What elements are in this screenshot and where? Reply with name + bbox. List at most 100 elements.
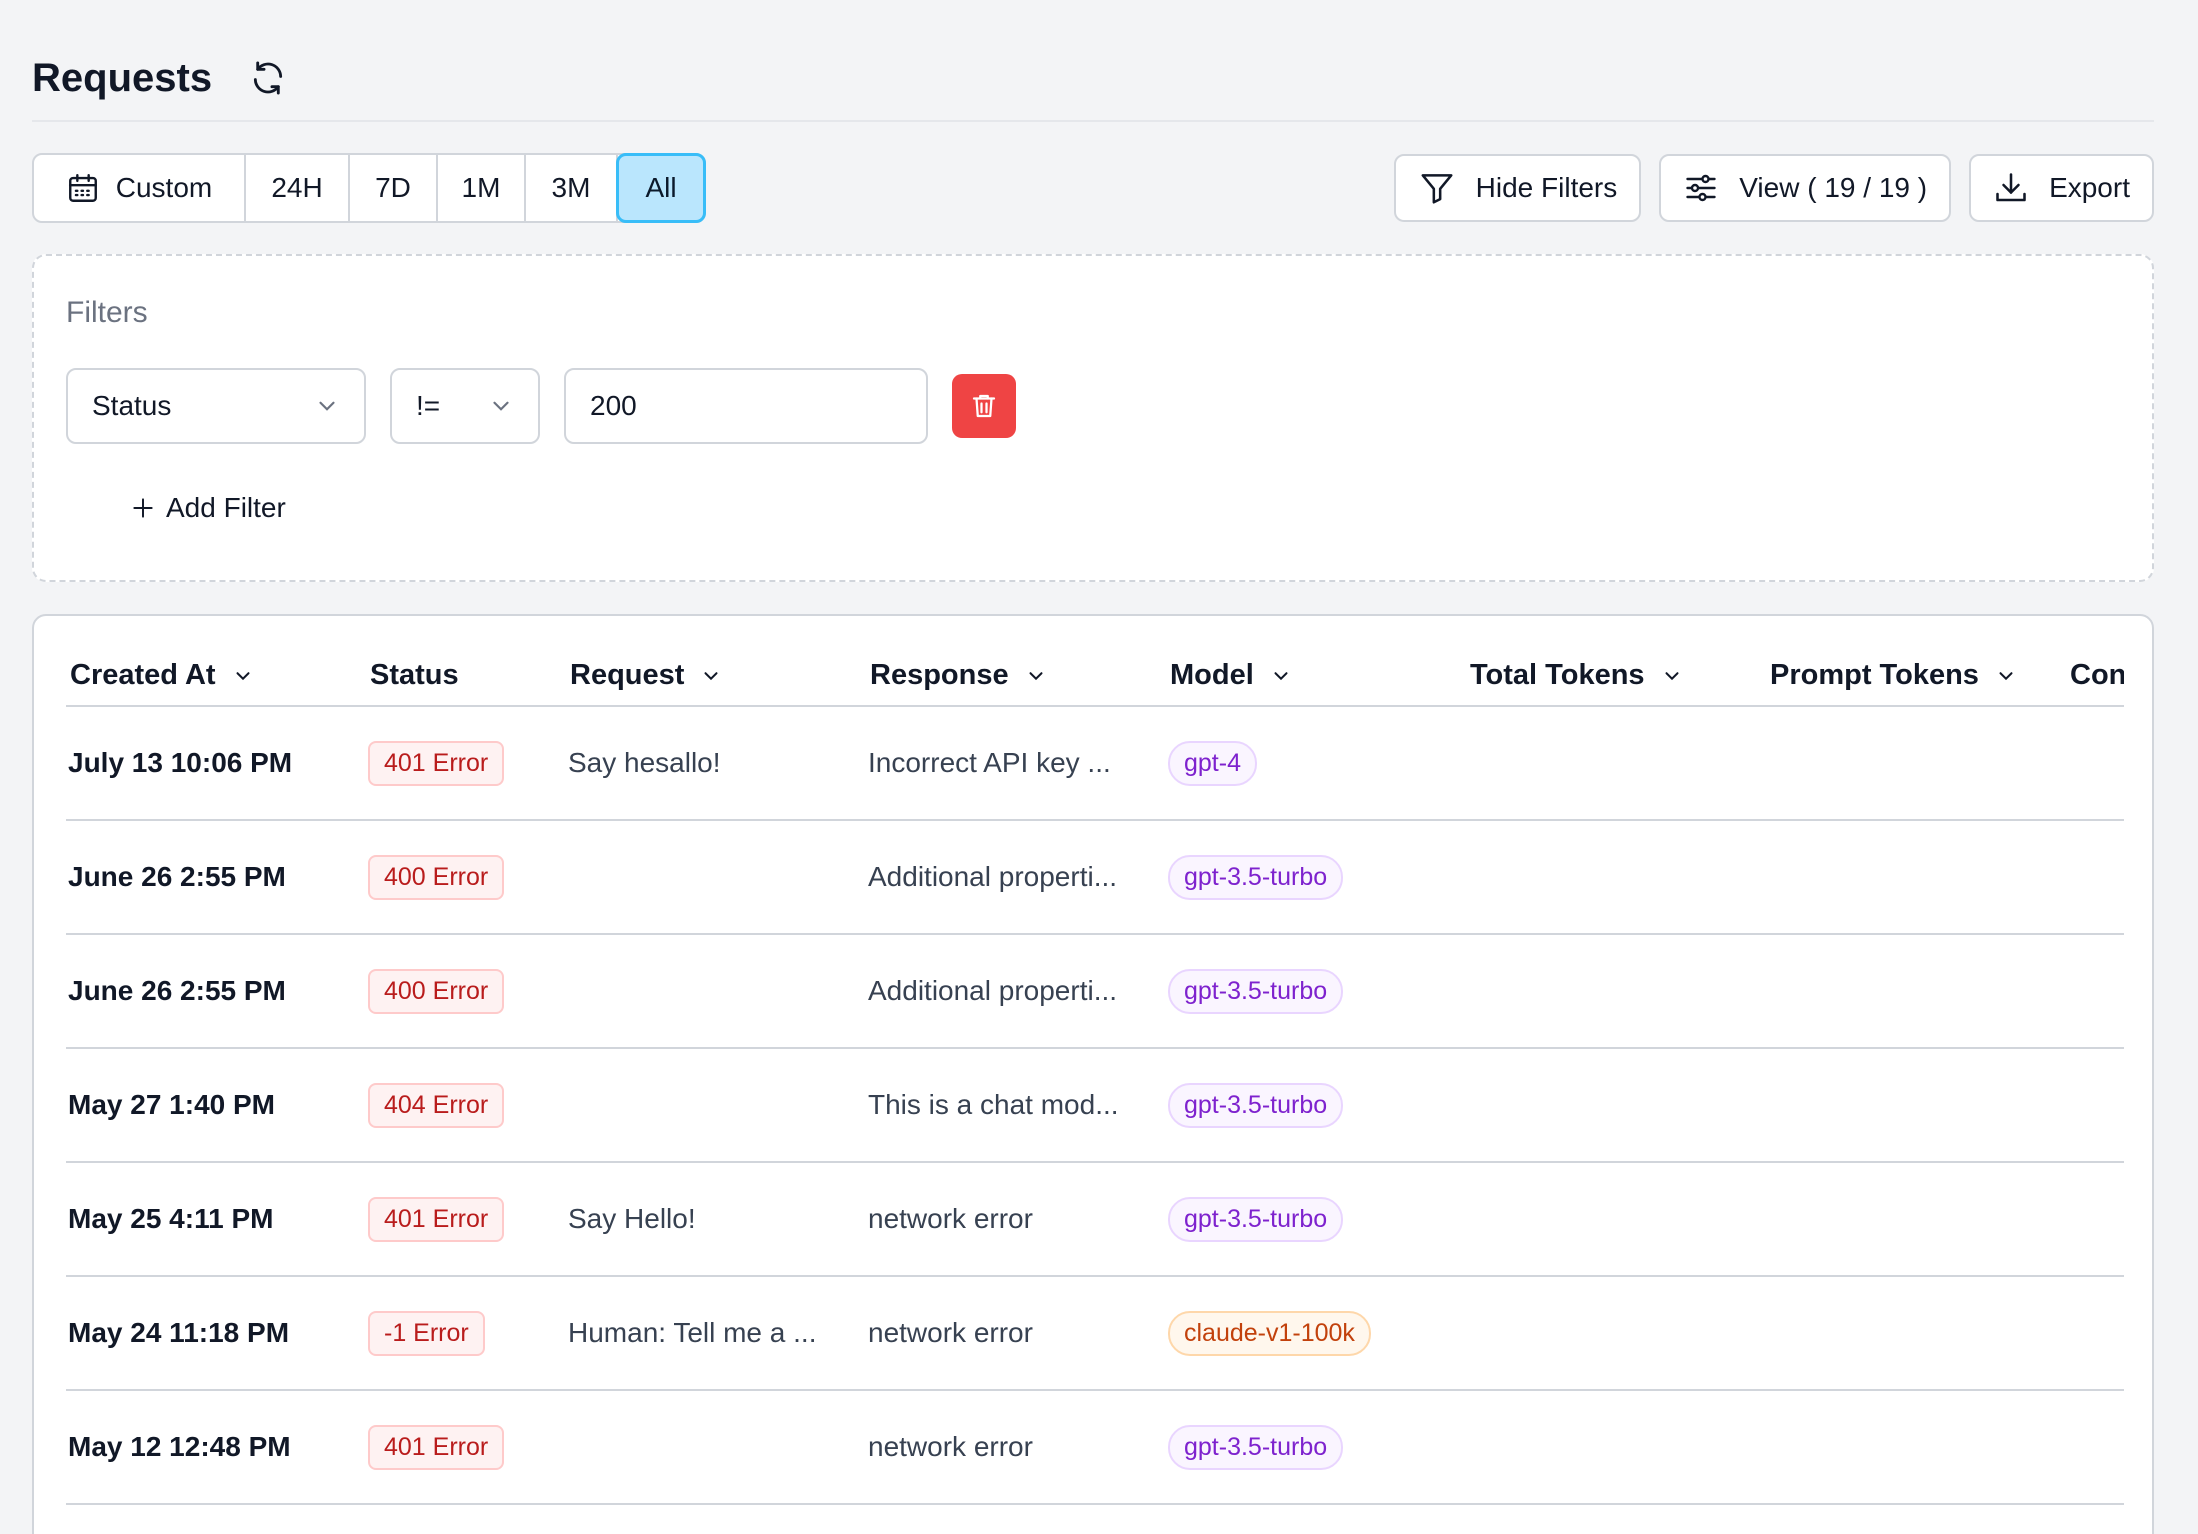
table-row[interactable]: June 26 2:55 PM 400 Error Additional pro…: [66, 820, 2124, 935]
cell-total-tokens: [1466, 820, 1766, 935]
column-header-model[interactable]: Model: [1166, 616, 1466, 707]
cell-completion-tokens: [2066, 820, 2124, 935]
status-badge: 404 Error: [368, 1082, 505, 1128]
filter-field-value: Status: [92, 390, 172, 421]
model-badge: gpt-4: [1168, 740, 1257, 786]
table-row[interactable]: May 25 4:11 PM 401 Error Say Hello! netw…: [66, 1162, 2124, 1277]
cell-response: network error: [866, 1390, 1166, 1505]
status-badge: 401 Error: [368, 1196, 505, 1242]
cell-status: -1 Error: [366, 1276, 566, 1391]
range-3m-button[interactable]: 3M: [526, 155, 618, 221]
cell-prompt-tokens: [1766, 1162, 2066, 1277]
cell-request: [566, 934, 866, 1049]
time-range-group: Custom 24H 7D 1M 3M All: [32, 153, 706, 223]
export-button[interactable]: Export: [1969, 154, 2154, 222]
table-row[interactable]: June 26 2:55 PM 400 Error Additional pro…: [66, 934, 2124, 1049]
model-badge: gpt-3.5-turbo: [1168, 1424, 1344, 1470]
cell-status: 400 Error: [366, 934, 566, 1049]
column-header-completion-tokens[interactable]: Con: [2066, 616, 2124, 707]
cell-request: Say hesallo!: [566, 706, 866, 821]
model-badge: gpt-3.5-turbo: [1168, 1196, 1344, 1242]
view-columns-button[interactable]: View ( 19 / 19 ): [1659, 154, 1952, 222]
cell-prompt-tokens: [1766, 1276, 2066, 1391]
range-custom-label: Custom: [115, 172, 213, 203]
range-7d-button[interactable]: 7D: [350, 155, 438, 221]
toolbar: Custom 24H 7D 1M 3M All Hide Filters Vie…: [32, 152, 2154, 224]
hide-filters-label: Hide Filters: [1475, 172, 1618, 203]
column-header-prompt-tokens[interactable]: Prompt Tokens: [1766, 616, 2066, 707]
range-24h-button[interactable]: 24H: [246, 155, 350, 221]
chevron-down-icon: [1268, 663, 1294, 689]
model-badge: gpt-3.5-turbo: [1168, 1082, 1344, 1128]
cell-status: 401 Error: [366, 1162, 566, 1277]
cell-status: 401 Error: [366, 706, 566, 821]
hide-filters-button[interactable]: Hide Filters: [1393, 154, 1642, 222]
table-row[interactable]: May 27 1:40 PM 404 Error This is a chat …: [66, 1048, 2124, 1163]
chevron-down-icon: [1659, 663, 1685, 689]
requests-table-card: Created At Status Request Response Model…: [32, 614, 2154, 1534]
trash-icon: [972, 394, 996, 418]
cell-response: This is a chat mod...: [866, 1048, 1166, 1163]
table-row[interactable]: July 13 10:06 PM 401 Error Say hesallo! …: [66, 706, 2124, 821]
filters-label: Filters: [66, 296, 148, 329]
refresh-button[interactable]: [246, 56, 290, 100]
delete-filter-button[interactable]: [952, 374, 1016, 438]
plus-icon: [133, 498, 153, 518]
status-badge: -1 Error: [368, 1310, 485, 1356]
column-header-request[interactable]: Request: [566, 616, 866, 707]
cell-completion-tokens: [2066, 934, 2124, 1049]
status-badge: 401 Error: [368, 1424, 505, 1470]
column-header-total-tokens[interactable]: Total Tokens: [1466, 616, 1766, 707]
cell-completion-tokens: [2066, 1390, 2124, 1505]
table-scroll-area[interactable]: Created At Status Request Response Model…: [66, 616, 2124, 1534]
table-row[interactable]: May 24 11:18 PM -1 Error Human: Tell me …: [66, 1276, 2124, 1391]
filter-icon: [1421, 174, 1453, 204]
cell-request: [566, 820, 866, 935]
status-badge: 400 Error: [368, 968, 505, 1014]
model-badge: claude-v1-100k: [1168, 1310, 1371, 1356]
cell-total-tokens: [1466, 1162, 1766, 1277]
table-header-row: Created At Status Request Response Model…: [66, 616, 2124, 707]
cell-created-at: May 12 12:48 PM: [66, 1390, 366, 1505]
range-all-button[interactable]: All: [616, 153, 706, 223]
cell-total-tokens: [1466, 1390, 1766, 1505]
filter-operator-select[interactable]: !=: [390, 368, 540, 444]
cell-completion-tokens: [2066, 1276, 2124, 1391]
calendar-icon: [68, 174, 97, 202]
filter-row: Status !=: [66, 368, 1016, 444]
refresh-icon: [253, 61, 283, 95]
cell-request: [566, 1390, 866, 1505]
cell-model: gpt-3.5-turbo: [1166, 934, 1466, 1049]
cell-created-at: June 26 2:55 PM: [66, 934, 366, 1049]
cell-status: 404 Error: [366, 1048, 566, 1163]
cell-completion-tokens: [2066, 1162, 2124, 1277]
filter-value-input[interactable]: [564, 368, 928, 444]
cell-model: gpt-4: [1166, 706, 1466, 821]
range-custom-button[interactable]: Custom: [34, 155, 246, 221]
range-1m-button[interactable]: 1M: [438, 155, 526, 221]
column-header-created-at[interactable]: Created At: [66, 616, 366, 707]
export-label: Export: [2049, 172, 2130, 203]
view-columns-label: View ( 19 / 19 ): [1739, 172, 1928, 203]
cell-model: gpt-3.5-turbo: [1166, 1162, 1466, 1277]
cell-model: claude-v1-100k: [1166, 1276, 1466, 1391]
cell-created-at: July 13 10:06 PM: [66, 706, 366, 821]
cell-prompt-tokens: [1766, 820, 2066, 935]
table-row[interactable]: May 12 12:48 PM 401 Error network error …: [66, 1390, 2124, 1505]
cell-status: 401 Error: [366, 1390, 566, 1505]
chevron-down-icon: [1023, 663, 1049, 689]
cell-completion-tokens: [2066, 706, 2124, 821]
add-filter-button[interactable]: Add Filter: [130, 492, 286, 524]
chevron-down-icon: [1993, 663, 2019, 689]
cell-total-tokens: [1466, 706, 1766, 821]
cell-total-tokens: [1466, 1276, 1766, 1391]
cell-completion-tokens: [2066, 1048, 2124, 1163]
cell-model: gpt-3.5-turbo: [1166, 1390, 1466, 1505]
chevron-down-icon: [319, 401, 335, 411]
download-icon: [1996, 173, 2026, 202]
column-header-status[interactable]: Status: [366, 616, 566, 707]
chevron-down-icon: [230, 663, 256, 689]
cell-response: network error: [866, 1276, 1166, 1391]
filter-field-select[interactable]: Status: [66, 368, 366, 444]
column-header-response[interactable]: Response: [866, 616, 1166, 707]
